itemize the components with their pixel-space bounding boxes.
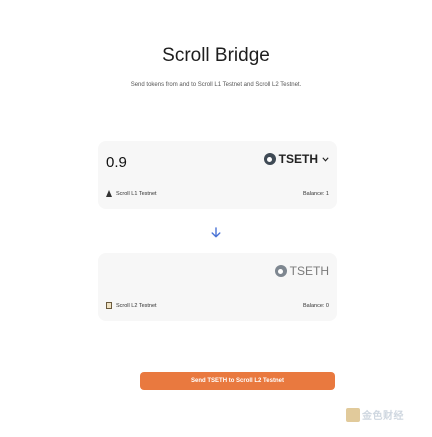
from-token-label: TSETH: [278, 152, 318, 166]
to-token-label: TSETH: [289, 264, 329, 278]
bridge-page: Scroll Bridge Send tokens from and to Sc…: [0, 0, 432, 437]
chevron-down-icon: [322, 155, 329, 164]
from-card: 0.9 TSETH Scroll L1 Testnet Balance: 1: [98, 141, 337, 209]
token-icon: [274, 265, 287, 277]
from-balance: Balance: 1: [303, 190, 329, 197]
send-button[interactable]: Send TSETH to Scroll L2 Testnet: [140, 372, 335, 390]
from-network-row: Scroll L1 Testnet Balance: 1: [106, 190, 329, 197]
token-icon: [263, 153, 276, 165]
to-token-display: TSETH: [274, 264, 329, 278]
page-title: Scroll Bridge: [162, 45, 270, 66]
amount-input[interactable]: 0.9: [106, 154, 127, 171]
from-network-label: Scroll L1 Testnet: [116, 190, 157, 197]
watermark-logo-icon: [346, 407, 360, 422]
scroll-icon: [106, 302, 112, 309]
watermark-text: 金色财经: [362, 411, 404, 422]
to-balance: Balance: 0: [303, 302, 329, 309]
arrow-down-icon[interactable]: [210, 226, 222, 238]
to-network-label: Scroll L2 Testnet: [116, 302, 157, 309]
eth-icon: [106, 190, 112, 197]
watermark: 金色财经: [346, 407, 404, 422]
to-network-row: Scroll L2 Testnet Balance: 0: [106, 302, 329, 309]
page-subtitle: Send tokens from and to Scroll L1 Testne…: [130, 82, 302, 88]
from-token-selector[interactable]: TSETH: [263, 152, 329, 166]
to-card: TSETH Scroll L2 Testnet Balance: 0: [98, 253, 337, 321]
